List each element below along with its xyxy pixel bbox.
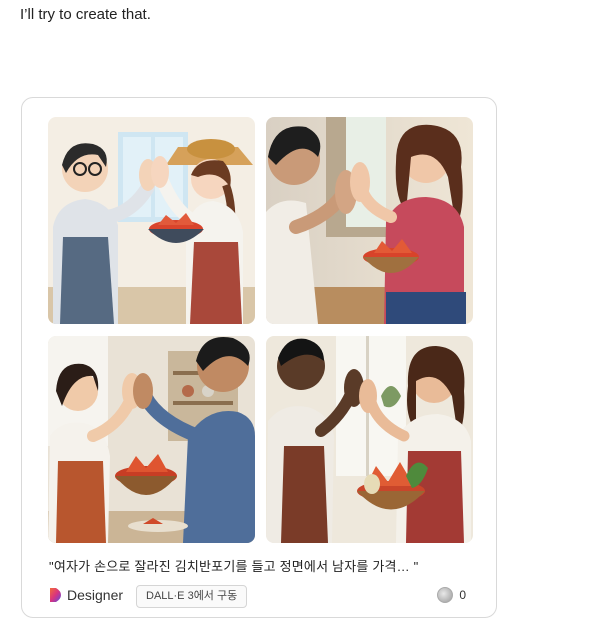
image-prompt-caption: "여자가 손으로 잘라진 김치반포기를 들고 정면에서 남자를 가격… ": [49, 559, 419, 574]
card-footer: Designer DALL·E 3에서 구동 0: [49, 584, 476, 610]
generated-image-4[interactable]: [266, 336, 473, 543]
cartoon-kimchi-high-five-image: [48, 117, 255, 324]
designer-logo-icon: [50, 588, 61, 602]
generated-image-2[interactable]: [266, 117, 473, 324]
designer-brand-link[interactable]: Designer: [49, 587, 123, 603]
generated-image-1[interactable]: [48, 117, 255, 324]
assistant-message: I’ll try to create that.: [20, 6, 151, 23]
generated-image-3[interactable]: [48, 336, 255, 543]
photo-kimchi-high-five-image: [266, 117, 473, 324]
reaction-button[interactable]: 0: [437, 587, 466, 603]
dalle-powered-badge: DALL·E 3에서 구동: [136, 585, 248, 608]
photo-apron-high-five-image: [266, 336, 473, 543]
designer-label: Designer: [67, 587, 124, 603]
image-grid: [48, 117, 473, 544]
reaction-icon: [437, 587, 454, 603]
reaction-count: 0: [459, 588, 466, 602]
image-result-card: "여자가 손으로 잘라진 김치반포기를 들고 정면에서 남자를 가격… " De…: [21, 97, 497, 618]
photo-kitchen-high-five-image: [48, 336, 255, 543]
